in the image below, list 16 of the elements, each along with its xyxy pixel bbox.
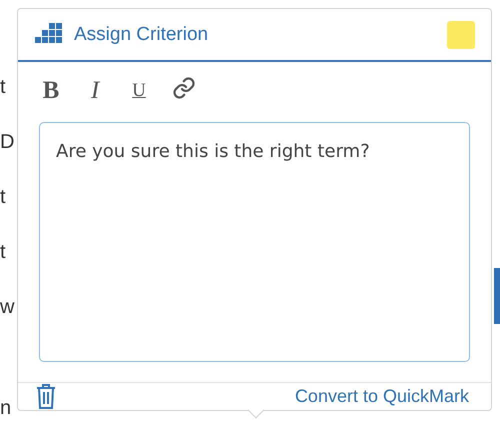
link-icon bbox=[172, 76, 196, 100]
italic-button[interactable]: I bbox=[84, 76, 106, 106]
comment-field[interactable]: Are you sure this is the right term? bbox=[39, 122, 470, 362]
trash-icon[interactable] bbox=[35, 383, 57, 410]
popup-title: Assign Criterion bbox=[74, 24, 210, 46]
text-fragment: t bbox=[0, 241, 6, 264]
text-fragment: w bbox=[0, 296, 14, 319]
text-fragment: n bbox=[0, 397, 12, 420]
highlight-mark bbox=[494, 268, 500, 324]
text-fragment: t bbox=[0, 186, 6, 209]
text-fragment: D bbox=[0, 131, 14, 154]
bold-button[interactable]: B bbox=[40, 76, 62, 106]
convert-link[interactable]: Convert to QuickMark bbox=[294, 386, 469, 407]
underline-button[interactable]: U bbox=[128, 76, 150, 106]
color-swatch[interactable] bbox=[447, 20, 475, 49]
text-fragment: t bbox=[0, 76, 6, 99]
